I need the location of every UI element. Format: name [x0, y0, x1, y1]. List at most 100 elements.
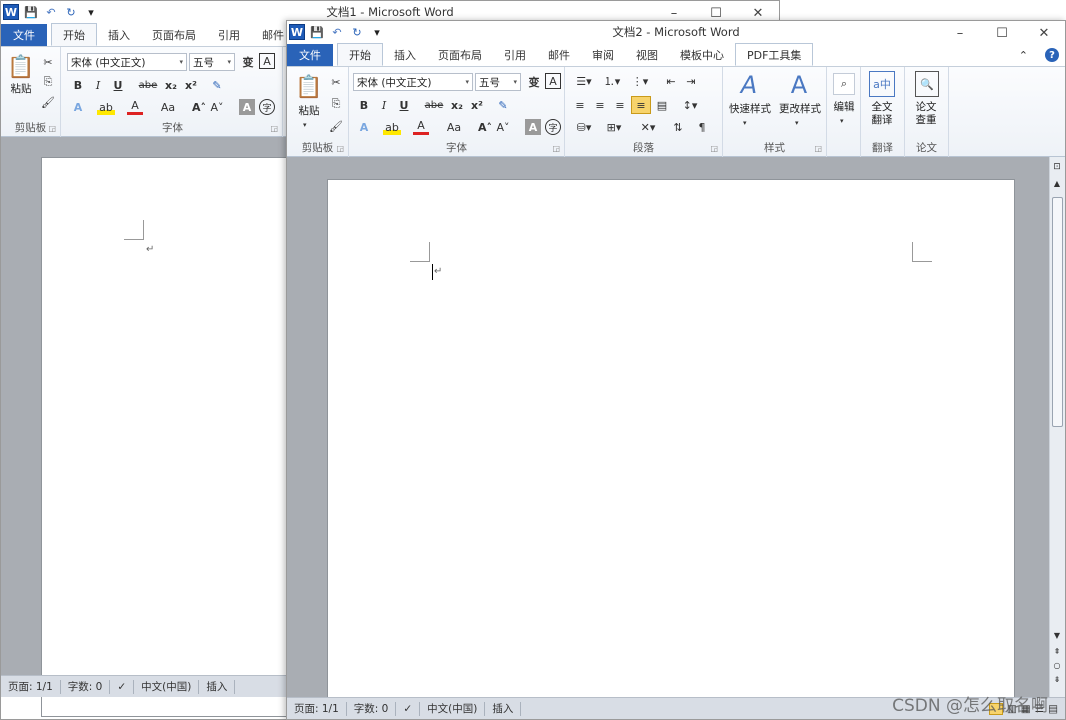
tab-view[interactable]: 视图: [625, 44, 669, 66]
change-case-icon[interactable]: Aa: [443, 119, 465, 135]
scroll-up-icon[interactable]: ▲: [1051, 177, 1063, 189]
undo-icon[interactable]: ↶: [329, 24, 345, 40]
dialog-launcher-icon[interactable]: ◲: [336, 144, 344, 153]
minimize-button[interactable]: –: [939, 21, 981, 45]
tab-mailings[interactable]: 邮件: [537, 44, 581, 66]
plagiarism-check-icon[interactable]: 🔍: [915, 71, 939, 97]
character-shading-icon[interactable]: A: [239, 99, 255, 115]
redo-icon[interactable]: ↻: [63, 4, 79, 20]
grow-font-icon[interactable]: A˄: [477, 119, 493, 135]
language[interactable]: 中文(中国): [420, 701, 486, 716]
strikethrough-icon[interactable]: abe: [137, 77, 159, 93]
help-icon[interactable]: ?: [1039, 44, 1065, 66]
character-border-icon[interactable]: A: [259, 53, 275, 69]
font-size-select[interactable]: 五号 ▾: [475, 73, 521, 91]
maximize-button[interactable]: ☐: [981, 21, 1023, 45]
chinese-layout-icon[interactable]: ✕▾: [635, 119, 661, 135]
tab-references[interactable]: 引用: [493, 44, 537, 66]
character-border-icon[interactable]: A: [545, 73, 561, 89]
dialog-launcher-icon[interactable]: ◲: [552, 144, 560, 153]
italic-icon[interactable]: I: [377, 97, 391, 113]
tab-page-layout[interactable]: 页面布局: [427, 44, 493, 66]
enclose-characters-icon[interactable]: 字: [545, 119, 561, 135]
quick-styles-dropdown-icon[interactable]: ▾: [743, 119, 747, 127]
word-count[interactable]: 字数: 0: [347, 701, 397, 716]
full-translate-button[interactable]: 全文翻译: [867, 101, 897, 127]
page-count[interactable]: 页面: 1/1: [287, 701, 347, 716]
subscript-icon[interactable]: x₂: [449, 97, 465, 113]
tab-template-center[interactable]: 模板中心: [669, 44, 735, 66]
borders-icon[interactable]: ⊞▾: [601, 119, 627, 135]
sort-icon[interactable]: ⇅: [669, 119, 687, 135]
insert-mode[interactable]: 插入: [199, 679, 236, 694]
paste-icon[interactable]: 📋: [7, 53, 35, 81]
proofing-icon[interactable]: ✓: [110, 679, 135, 694]
show-marks-icon[interactable]: ¶: [693, 119, 711, 135]
browse-object-icon[interactable]: ○: [1051, 659, 1063, 671]
underline-icon[interactable]: U: [397, 97, 411, 113]
italic-icon[interactable]: I: [91, 77, 105, 93]
ribbon-collapse-icon[interactable]: ⌃: [1008, 44, 1039, 66]
ruler-toggle-icon[interactable]: ⊡: [1051, 161, 1063, 173]
grow-font-icon[interactable]: A˄: [191, 99, 207, 115]
font-color-icon[interactable]: A: [127, 99, 143, 115]
word-window-2[interactable]: W 💾 ↶ ↻ ▾ 文档2 - Microsoft Word – ☐ ✕ 文件 …: [286, 20, 1066, 720]
clear-formatting-icon[interactable]: ✎: [495, 97, 511, 113]
shrink-font-icon[interactable]: A˅: [209, 99, 225, 115]
highlight-icon[interactable]: ab: [97, 99, 115, 115]
highlight-icon[interactable]: ab: [383, 119, 401, 135]
font-name-select[interactable]: 宋体 (中文正文) ▾: [353, 73, 473, 91]
tab-insert[interactable]: 插入: [383, 44, 427, 66]
change-case-icon[interactable]: Aa: [157, 99, 179, 115]
format-painter-icon[interactable]: 🖌: [41, 95, 55, 109]
font-size-select[interactable]: 五号 ▾: [189, 53, 235, 71]
font-name-select[interactable]: 宋体 (中文正文) ▾: [67, 53, 187, 71]
font-color-icon[interactable]: A: [413, 119, 429, 135]
document-page[interactable]: ↵: [327, 179, 1015, 719]
text-effects-icon[interactable]: A: [69, 99, 87, 115]
copy-icon[interactable]: ⎘: [329, 97, 343, 111]
tab-file[interactable]: 文件: [1, 24, 47, 46]
quick-styles-button[interactable]: 快速样式: [725, 103, 775, 116]
plagiarism-check-button[interactable]: 论文查重: [911, 101, 941, 127]
redo-icon[interactable]: ↻: [349, 24, 365, 40]
numbering-icon[interactable]: ⒈▾: [599, 73, 625, 89]
shrink-font-icon[interactable]: A˅: [495, 119, 511, 135]
change-styles-button[interactable]: 更改样式: [775, 103, 825, 116]
tab-references[interactable]: 引用: [207, 24, 251, 46]
page-count[interactable]: 页面: 1/1: [1, 679, 61, 694]
strikethrough-icon[interactable]: abe: [423, 97, 445, 113]
superscript-icon[interactable]: x²: [469, 97, 485, 113]
tab-home[interactable]: 开始: [337, 43, 383, 66]
editing-dropdown-icon[interactable]: ▾: [840, 117, 844, 125]
increase-indent-icon[interactable]: ⇥: [683, 73, 699, 89]
vertical-scrollbar[interactable]: ⊡ ▲ ▼ ⇞ ○ ⇟: [1049, 157, 1065, 697]
undo-icon[interactable]: ↶: [43, 4, 59, 20]
dialog-launcher-icon[interactable]: ◲: [814, 144, 822, 153]
distributed-icon[interactable]: ▤: [653, 97, 671, 113]
paste-dropdown-icon[interactable]: ▾: [303, 121, 307, 129]
tab-pdf-tools[interactable]: PDF工具集: [735, 43, 814, 66]
multilevel-list-icon[interactable]: ⋮▾: [627, 73, 653, 89]
scroll-thumb[interactable]: [1052, 197, 1063, 427]
line-spacing-icon[interactable]: ↕▾: [677, 97, 703, 113]
language[interactable]: 中文(中国): [134, 679, 200, 694]
paste-icon[interactable]: 📋: [295, 73, 323, 101]
justify-icon[interactable]: ≡: [631, 96, 651, 114]
close-button[interactable]: ✕: [1023, 21, 1065, 45]
draft-icon[interactable]: ▤: [1048, 703, 1058, 715]
text-effects-icon[interactable]: A: [355, 119, 373, 135]
character-shading-icon[interactable]: A: [525, 119, 541, 135]
phonetic-guide-icon[interactable]: 变: [239, 53, 257, 71]
tab-insert[interactable]: 插入: [97, 24, 141, 46]
shading-icon[interactable]: ⛁▾: [571, 119, 597, 135]
insert-mode[interactable]: 插入: [485, 701, 522, 716]
align-right-icon[interactable]: ≡: [611, 97, 629, 113]
phonetic-guide-icon[interactable]: 变: [525, 73, 543, 91]
quick-styles-icon[interactable]: A: [735, 71, 763, 99]
bold-icon[interactable]: B: [71, 77, 85, 93]
customize-qat-icon[interactable]: ▾: [83, 4, 99, 20]
format-painter-icon[interactable]: 🖌: [329, 119, 343, 133]
tab-review[interactable]: 审阅: [581, 44, 625, 66]
enclose-characters-icon[interactable]: 字: [259, 99, 275, 115]
